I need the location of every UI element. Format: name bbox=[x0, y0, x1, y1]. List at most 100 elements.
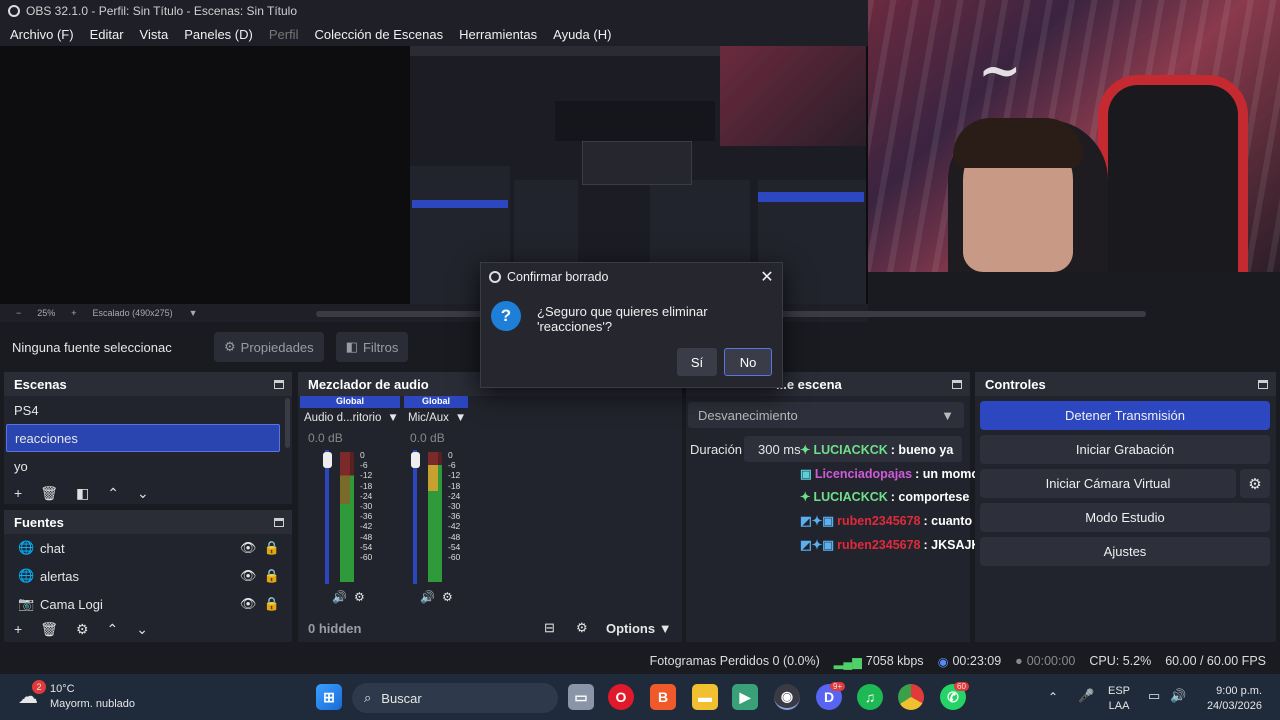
move-down-icon[interactable]: ⌄ bbox=[136, 621, 148, 638]
chevron-up-icon[interactable]: ⌃ bbox=[1048, 690, 1058, 704]
audio-settings-icon[interactable]: ⚙ bbox=[442, 590, 453, 604]
stop-streaming-button[interactable]: Detener Transmisión bbox=[980, 401, 1270, 430]
volume-icon[interactable]: 🔊 bbox=[1170, 688, 1186, 704]
scene-item-ps4[interactable]: PS4 bbox=[6, 396, 280, 424]
file-explorer-icon[interactable]: ▬ bbox=[692, 684, 718, 710]
menu-vista[interactable]: Vista bbox=[140, 27, 169, 42]
taskbar-search[interactable]: ⌕ Buscar bbox=[352, 683, 558, 713]
scene-item-yo[interactable]: yo bbox=[6, 452, 280, 480]
layout-toggle-icon[interactable]: ⊟ bbox=[544, 620, 576, 636]
weather-temp: 10°C bbox=[50, 683, 75, 695]
channel1-db-scale: 0 -6 -12 -18 -24 -30 -36 -42 -48 -54 -60 bbox=[360, 450, 373, 563]
undock-icon[interactable] bbox=[1258, 379, 1268, 389]
lock-icon[interactable]: 🔒 bbox=[264, 568, 280, 584]
channel1-volume-slider[interactable] bbox=[325, 450, 329, 584]
menu-perfil[interactable]: Perfil bbox=[269, 27, 299, 42]
zoom-out-button[interactable]: − bbox=[16, 308, 21, 318]
channel1-name[interactable]: Audio d...ritorio ▼ bbox=[304, 412, 399, 424]
weather-widget[interactable]: ☁ 2 10°C Mayorm. nublado bbox=[18, 680, 148, 716]
filters-button[interactable]: ◧ Filtros bbox=[335, 332, 409, 362]
no-button[interactable]: No bbox=[724, 348, 772, 376]
chat-line: ▣ Licenciadopajas: un momo bbox=[800, 466, 979, 482]
sources-header: Fuentes bbox=[4, 510, 292, 534]
chrome-icon[interactable] bbox=[898, 684, 924, 710]
opera-icon[interactable]: O bbox=[608, 684, 634, 710]
clock[interactable]: 9:00 p.m. 24/03/2026 bbox=[1200, 684, 1262, 714]
visibility-eye-icon[interactable]: 👁 bbox=[240, 568, 264, 584]
scale-dropdown-icon[interactable]: ▼ bbox=[189, 308, 198, 318]
lock-icon[interactable]: 🔒 bbox=[264, 596, 280, 612]
no-source-label: Ninguna fuente seleccionac bbox=[12, 339, 172, 355]
move-up-icon[interactable]: ⌃ bbox=[107, 485, 119, 502]
advanced-audio-icon[interactable]: ⚙ bbox=[576, 620, 606, 636]
channel2-slider-handle[interactable] bbox=[411, 452, 420, 468]
channel1-slider-handle[interactable] bbox=[323, 452, 332, 468]
menu-editar[interactable]: Editar bbox=[90, 27, 124, 42]
add-source-icon[interactable]: + bbox=[14, 621, 22, 637]
obs-taskbar-icon[interactable]: ◉ bbox=[774, 684, 800, 710]
scene-item-reacciones[interactable]: reacciones bbox=[6, 424, 280, 452]
windows-start-icon[interactable]: ⊞ bbox=[316, 684, 342, 710]
channel1-level-meter-r bbox=[350, 452, 354, 582]
dev-tool-icon[interactable]: ▶ bbox=[732, 684, 758, 710]
undock-icon[interactable] bbox=[274, 379, 284, 389]
badge-icon: ◩✦▣ bbox=[800, 538, 835, 552]
signal-bars-icon: ▂▄▆ bbox=[833, 654, 862, 669]
filter-icon: ◧ bbox=[345, 339, 358, 354]
chevron-down-icon: ▼ bbox=[454, 412, 467, 424]
microphone-icon[interactable]: 🎤 bbox=[1078, 688, 1094, 704]
mixer-footer: 0 hidden ⊟ ⚙ Options ▼ bbox=[298, 614, 682, 642]
add-scene-icon[interactable]: + bbox=[14, 485, 22, 501]
broadcast-icon: ◉ bbox=[937, 654, 949, 669]
chat-line: ✦ LUCIACKCK: bueno ya bbox=[800, 442, 954, 458]
move-up-icon[interactable]: ⌃ bbox=[107, 621, 119, 638]
close-icon[interactable]: ✕ bbox=[752, 267, 782, 287]
undock-icon[interactable] bbox=[274, 517, 284, 527]
source-item-chat[interactable]: 🌐 chat 👁 🔒 bbox=[10, 534, 280, 562]
source-item-alertas[interactable]: 🌐 alertas 👁 🔒 bbox=[10, 562, 280, 590]
move-down-icon[interactable]: ⌄ bbox=[137, 485, 149, 502]
transition-select[interactable]: Desvanecimiento ▼ bbox=[688, 402, 964, 428]
visibility-eye-icon[interactable]: 👁 bbox=[240, 540, 264, 556]
speaker-icon[interactable]: 🔊 bbox=[332, 590, 347, 604]
audio-settings-icon[interactable]: ⚙ bbox=[354, 590, 365, 604]
menu-herramientas[interactable]: Herramientas bbox=[459, 27, 537, 42]
speaker-icon[interactable]: 🔊 bbox=[420, 590, 435, 604]
channel2-db-scale: 0 -6 -12 -18 -24 -30 -36 -42 -48 -54 -60 bbox=[448, 450, 461, 563]
window-title: OBS 32.1.0 - Perfil: Sin Título - Escena… bbox=[26, 4, 298, 18]
undock-icon[interactable] bbox=[952, 379, 962, 389]
zoom-in-button[interactable]: + bbox=[71, 308, 76, 318]
language-indicator[interactable]: ESP LAA bbox=[1108, 684, 1130, 714]
menu-paneles[interactable]: Paneles (D) bbox=[184, 27, 253, 42]
menu-archivo[interactable]: Archivo (F) bbox=[10, 27, 74, 42]
start-recording-button[interactable]: Iniciar Grabación bbox=[980, 435, 1270, 464]
task-view-icon[interactable]: ▭ bbox=[568, 684, 594, 710]
options-button[interactable]: Options ▼ bbox=[606, 621, 682, 636]
remove-scene-icon[interactable]: 🗑 bbox=[40, 485, 58, 502]
lock-icon[interactable]: 🔒 bbox=[264, 540, 280, 556]
spotify-icon[interactable]: ♫ bbox=[857, 684, 883, 710]
source-item-cama-logi[interactable]: 📷 Cama Logi 👁 🔒 bbox=[10, 590, 280, 616]
duration-label: Duración bbox=[690, 442, 743, 457]
studio-mode-button[interactable]: Modo Estudio bbox=[980, 503, 1270, 532]
visibility-eye-icon[interactable]: 👁 bbox=[240, 596, 264, 612]
yes-button[interactable]: Sí bbox=[677, 348, 717, 376]
settings-button[interactable]: Ajustes bbox=[980, 537, 1270, 566]
badge-icon: ◩✦▣ bbox=[800, 514, 835, 528]
menu-ayuda[interactable]: Ayuda (H) bbox=[553, 27, 611, 42]
start-virtual-camera-button[interactable]: Iniciar Cámara Virtual bbox=[980, 469, 1236, 498]
hidden-count: 0 hidden bbox=[308, 620, 362, 636]
channel2-volume-slider[interactable] bbox=[413, 450, 417, 584]
menu-coleccion[interactable]: Colección de Escenas bbox=[314, 27, 443, 42]
brave-icon[interactable]: B bbox=[650, 684, 676, 710]
remove-source-icon[interactable]: 🗑 bbox=[40, 621, 58, 638]
scene-filters-icon[interactable]: ◧ bbox=[76, 485, 89, 502]
virtual-camera-settings-icon[interactable]: ⚙ bbox=[1240, 469, 1270, 498]
channel2-name[interactable]: Mic/Aux ▼ bbox=[408, 412, 466, 424]
network-icon[interactable]: ▭ bbox=[1148, 688, 1160, 704]
record-timer: ● 00:00:00 bbox=[1015, 654, 1076, 668]
scenes-scrollbar[interactable] bbox=[285, 398, 290, 448]
source-properties-icon[interactable]: ⚙ bbox=[76, 621, 89, 638]
properties-button[interactable]: ⚙ Propiedades bbox=[214, 332, 324, 362]
channel1-level-meter bbox=[340, 452, 350, 582]
